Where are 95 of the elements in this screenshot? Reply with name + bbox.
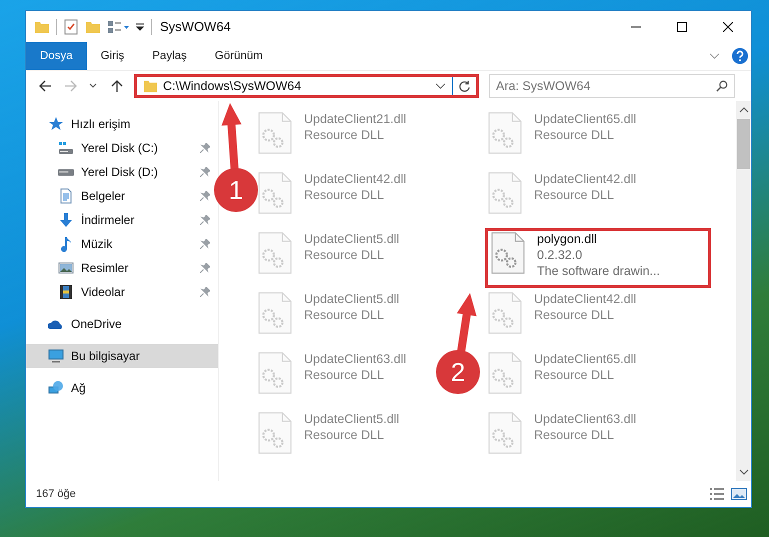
file-detail: Resource DLL — [304, 187, 385, 203]
dll-file-icon — [258, 171, 292, 215]
file-name: UpdateClient63.dll — [304, 351, 406, 367]
callout-badge: 2 — [436, 350, 480, 394]
file-name: UpdateClient5.dll — [304, 411, 400, 427]
dll-file-icon — [488, 171, 522, 215]
sidebar-item[interactable]: Müzik — [26, 232, 218, 256]
dll-file-icon — [258, 411, 292, 455]
file-tile[interactable]: UpdateClient42.dll Resource DLL — [485, 168, 640, 228]
up-arrow-icon[interactable] — [110, 79, 124, 93]
file-detail: Resource DLL — [534, 427, 615, 443]
dll-file-icon — [258, 111, 292, 155]
download-arrow-icon — [58, 212, 74, 228]
maximize-icon — [677, 22, 687, 32]
file-detail: Resource DLL — [304, 367, 385, 383]
file-name: UpdateClient42.dll — [534, 291, 636, 307]
file-tile[interactable]: UpdateClient5.dll Resource DLL — [255, 408, 402, 468]
search-icon — [716, 80, 728, 92]
file-name: UpdateClient63.dll — [534, 411, 636, 427]
file-tile[interactable]: UpdateClient63.dll Resource DLL — [485, 408, 640, 468]
properties-icon[interactable] — [107, 18, 129, 34]
thumbnail-view-icon[interactable] — [731, 487, 747, 501]
network-globe-icon — [48, 380, 64, 396]
chevron-down-icon[interactable] — [435, 82, 446, 90]
dll-file-icon — [258, 351, 292, 395]
file-detail: Resource DLL — [534, 127, 615, 143]
file-tile[interactable]: polygon.dll 0.2.32.0 The software drawin... — [485, 228, 711, 288]
folder-icon — [143, 78, 158, 94]
dll-file-icon — [488, 351, 522, 395]
scroll-down-icon[interactable] — [738, 469, 748, 475]
item-count: 167 öğe — [36, 488, 76, 500]
file-name: polygon.dll — [537, 231, 598, 247]
file-tile[interactable]: UpdateClient65.dll Resource DLL — [485, 108, 640, 168]
file-name: UpdateClient5.dll — [304, 231, 400, 247]
ribbon-tab[interactable]: Giriş — [86, 42, 138, 70]
file-detail: The software drawin... — [537, 263, 660, 279]
sidebar-item[interactable]: Resimler — [26, 256, 218, 280]
details-view-icon[interactable] — [709, 487, 725, 501]
dll-file-icon — [488, 111, 522, 155]
file-tile[interactable]: UpdateClient5.dll Resource DLL — [255, 228, 402, 288]
dll-file-icon — [258, 231, 292, 275]
dll-file-icon — [488, 411, 522, 455]
file-tile[interactable]: UpdateClient5.dll Resource DLL — [255, 288, 402, 348]
sidebar-item[interactable]: Yerel Disk (C:) — [26, 136, 218, 160]
search-field[interactable]: Ara: SysWOW64 — [489, 74, 735, 98]
file-tile[interactable]: UpdateClient21.dll Resource DLL — [255, 108, 410, 168]
scrollbar[interactable] — [736, 101, 751, 481]
sidebar-item[interactable]: OneDrive — [26, 312, 218, 336]
callout-badge: 1 — [214, 168, 258, 212]
file-tile[interactable]: UpdateClient42.dll Resource DLL — [255, 168, 410, 228]
address-path: C:\Windows\SysWOW64 — [163, 79, 302, 93]
document-icon — [58, 188, 74, 204]
dll-file-icon — [491, 231, 525, 275]
file-detail: Resource DLL — [304, 127, 385, 143]
file-name: UpdateClient65.dll — [534, 111, 636, 127]
sidebar-item[interactable]: Videolar — [26, 280, 218, 304]
file-name: UpdateClient65.dll — [534, 351, 636, 367]
refresh-icon[interactable] — [458, 80, 471, 92]
file-tile[interactable]: UpdateClient63.dll Resource DLL — [255, 348, 410, 408]
file-name: UpdateClient21.dll — [304, 111, 406, 127]
file-tile[interactable]: UpdateClient42.dll Resource DLL — [485, 288, 640, 348]
sidebar-item[interactable]: Ağ — [26, 376, 218, 400]
dll-file-icon — [258, 291, 292, 335]
window-title: SysWOW64 — [160, 19, 231, 34]
dll-file-icon — [488, 291, 522, 335]
file-detail: 0.2.32.0 — [537, 247, 584, 263]
monitor-icon — [48, 348, 64, 364]
drive-icon — [58, 168, 74, 176]
file-detail: Resource DLL — [534, 307, 615, 323]
caret-icon[interactable] — [135, 22, 145, 32]
file-detail: Resource DLL — [304, 307, 385, 323]
sidebar-item[interactable]: Hızlı erişim — [26, 112, 218, 136]
scrollbar-thumb[interactable] — [737, 119, 750, 169]
close-icon — [723, 22, 733, 32]
file-name: UpdateClient5.dll — [304, 291, 400, 307]
file-name: UpdateClient42.dll — [304, 171, 406, 187]
ribbon-tab[interactable]: Paylaş — [138, 42, 201, 70]
address-bar[interactable]: C:\Windows\SysWOW64 — [134, 74, 479, 98]
checklist-icon[interactable] — [63, 18, 79, 34]
file-tile[interactable]: UpdateClient65.dll Resource DLL — [485, 348, 640, 408]
help-icon[interactable] — [732, 48, 748, 64]
file-detail: Resource DLL — [304, 247, 385, 263]
sidebar-item[interactable]: Bu bilgisayar — [26, 344, 218, 368]
drive-icon — [58, 140, 74, 156]
file-name: UpdateClient42.dll — [534, 171, 636, 187]
picture-icon — [58, 260, 74, 276]
ribbon-tab[interactable]: Görünüm — [200, 42, 277, 70]
scroll-up-icon[interactable] — [738, 107, 748, 113]
file-detail: Resource DLL — [304, 427, 385, 443]
star-icon — [48, 116, 64, 132]
back-arrow-icon[interactable] — [38, 79, 52, 93]
file-detail: Resource DLL — [534, 187, 615, 203]
file-detail: Resource DLL — [534, 367, 615, 383]
ribbon-tab[interactable]: Dosya — [26, 42, 87, 70]
film-icon — [58, 284, 74, 300]
